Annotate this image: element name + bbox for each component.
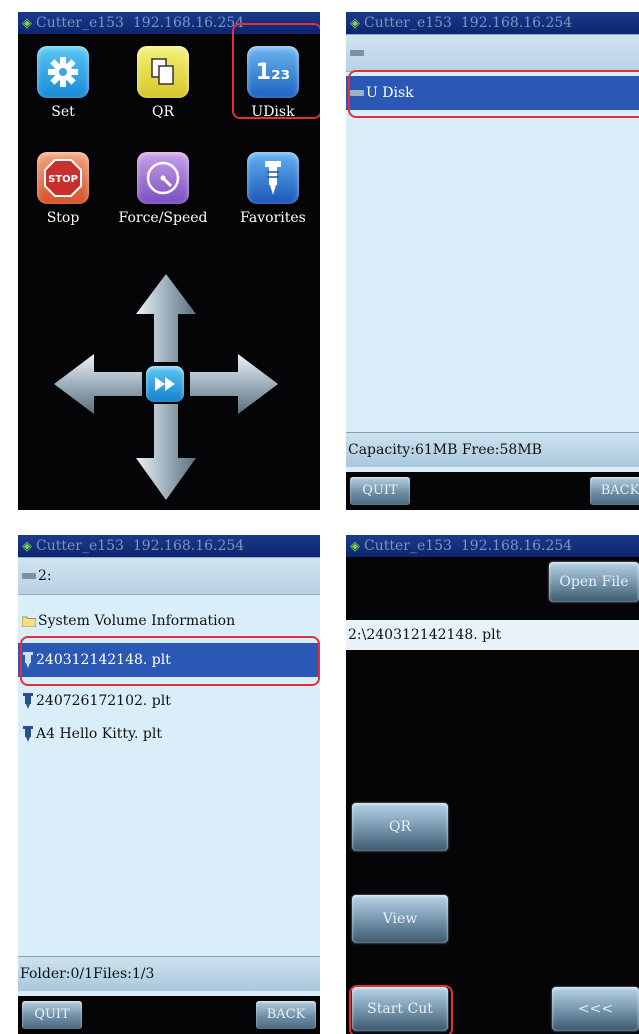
qr-button[interactable]: QR: [352, 803, 448, 851]
file-browser-screen: ◈ Cutter_e153 192.168.16.254 2: System Vo…: [18, 535, 320, 1034]
app-favorites[interactable]: Favorites: [223, 152, 320, 226]
arrow-up-icon[interactable]: [134, 272, 198, 364]
stop-icon: STOP: [37, 152, 89, 204]
app-stop[interactable]: STOP Stop: [18, 152, 108, 226]
udisk-highlight: [232, 23, 320, 119]
back-button[interactable]: BACK: [590, 477, 639, 505]
fast-forward-button[interactable]: [146, 366, 184, 402]
app-force-speed[interactable]: Force/Speed: [118, 152, 208, 226]
back-button[interactable]: BACK: [256, 1001, 316, 1029]
blade-file-icon: [23, 726, 33, 742]
bottom-bar: QUIT BACK: [18, 996, 320, 1034]
app-label: Favorites: [240, 210, 306, 226]
files-summary-bar: Folder:0/1Files:1/3: [18, 956, 320, 991]
app-label: Stop: [46, 210, 80, 226]
quit-button[interactable]: QUIT: [22, 1001, 82, 1029]
status-bar: ◈ Cutter_e153 192.168.16.254: [346, 12, 639, 34]
status-bar: ◈ Cutter_e153 192.168.16.254: [346, 535, 639, 557]
file-path-bar: 2:\240312142148. plt: [346, 620, 639, 650]
blade-file-icon: [23, 693, 33, 709]
svg-text:STOP: STOP: [48, 174, 78, 185]
file-row[interactable]: 240726172102. plt: [18, 685, 320, 717]
wifi-icon: ◈: [350, 539, 360, 554]
disk-browser-screen: ◈ Cutter_e153 192.168.16.254 U Disk Capac…: [346, 12, 639, 510]
app-qr[interactable]: QR: [118, 46, 208, 120]
quit-button[interactable]: QUIT: [350, 477, 410, 505]
file-row[interactable]: A4 Hello Kitty. plt: [18, 718, 320, 750]
device-ip: 192.168.16.254: [132, 15, 245, 31]
view-button[interactable]: View: [352, 895, 448, 943]
app-label: Set: [51, 104, 75, 120]
gauge-icon: [137, 152, 189, 204]
wifi-icon: ◈: [22, 539, 32, 554]
fast-forward-icon: [155, 377, 175, 391]
capacity-bar: Capacity:61MB Free:58MB: [346, 432, 639, 467]
selected-file-highlight: [20, 636, 320, 686]
current-path: 2:: [38, 568, 52, 584]
arrow-down-icon[interactable]: [134, 402, 198, 502]
gear-icon: [37, 46, 89, 98]
arrow-left-icon[interactable]: [52, 352, 144, 416]
app-label: Force/Speed: [118, 210, 208, 226]
wifi-icon: ◈: [22, 16, 32, 31]
previous-button[interactable]: <<<: [552, 987, 639, 1031]
app-label: QR: [151, 104, 175, 120]
copy-pages-icon: [137, 46, 189, 98]
drive-icon: [22, 573, 36, 579]
home-screen: ◈ Cutter_e153 192.168.16.254 Set QR 1₂₃ U…: [18, 12, 320, 510]
disk-root-row[interactable]: [346, 34, 639, 72]
cut-screen: ◈ Cutter_e153 192.168.16.254 Open File 2:…: [346, 535, 639, 1034]
folder-row[interactable]: System Volume Information: [18, 605, 320, 637]
wifi-icon: ◈: [350, 16, 360, 31]
open-file-button[interactable]: Open File: [549, 562, 639, 602]
app-set[interactable]: Set: [18, 46, 108, 120]
udisk-row-highlight: [348, 70, 639, 118]
device-name: Cutter_e153: [36, 15, 124, 31]
drive-icon: [350, 50, 364, 56]
blade-icon: [247, 152, 299, 204]
folder-icon: [22, 616, 36, 627]
status-bar: ◈ Cutter_e153 192.168.16.254: [18, 535, 320, 557]
path-row[interactable]: 2:: [18, 557, 320, 595]
bottom-bar: QUIT BACK: [346, 472, 639, 510]
arrow-right-icon[interactable]: [188, 352, 280, 416]
start-cut-highlight: [349, 985, 453, 1034]
